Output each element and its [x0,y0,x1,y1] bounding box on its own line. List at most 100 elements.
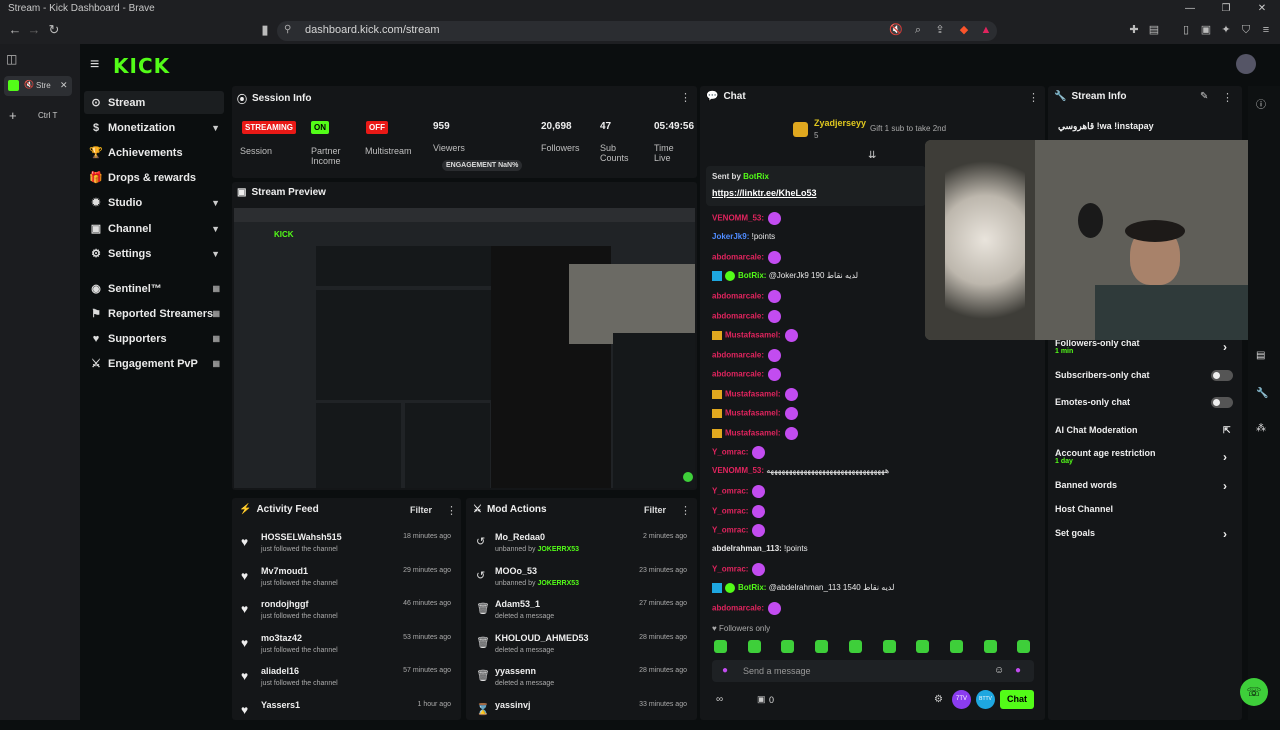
new-tab-icon[interactable]: + [9,108,17,123]
chat-username[interactable]: abdomarcale: [712,292,764,301]
chevron-right-icon[interactable]: › [1223,479,1227,493]
layout-icon[interactable]: ▤ [1256,350,1265,361]
sidebar-item-studio[interactable]: ✹ Studio ▼ [84,191,224,214]
emote-icon[interactable] [983,640,997,653]
mod-target-name[interactable]: yyassenn [495,666,536,676]
tool-icon[interactable]: 🔧 [1256,388,1268,399]
chat-username[interactable]: VENOMM_53: [712,466,764,475]
sidebar-item-reported-streamers[interactable]: ⚑ Reported Streamers ▦ [84,302,224,325]
chat-username[interactable]: VENOMM_53: [712,214,764,223]
chat-username[interactable]: abdomarcale: [712,350,764,359]
chevron-right-icon[interactable]: › [1223,450,1227,464]
chat-username[interactable]: Mustafasamel: [725,409,781,418]
chat-username[interactable]: abdomarcale: [712,370,764,379]
mod-filter-button[interactable]: Filter [644,505,666,515]
chat-username[interactable]: abdomarcale: [712,311,764,320]
tab-mute-icon[interactable]: 🔇 [24,80,34,89]
sidebar-item-sentinel[interactable]: ◉ Sentinel™ ▦ [84,277,224,300]
menu-icon[interactable]: ≡ [1258,22,1274,38]
sidebar-toggle-icon[interactable]: ▯ [1178,22,1194,38]
chat-username[interactable]: Y_omrac: [712,487,748,496]
site-info-icon[interactable]: ⚲ [284,24,291,35]
back-icon[interactable]: ← [6,21,24,39]
follower-name[interactable]: aliadel16 [261,666,299,676]
pinned-username[interactable]: Zyadjerseyy [814,118,866,128]
mute-icon[interactable]: 🔇 [888,22,904,38]
gift-sub-text[interactable]: Gift 1 sub to take 2nd [870,124,946,133]
follower-name[interactable]: rondojhggf [261,599,308,609]
activity-filter-button[interactable]: Filter [410,505,432,515]
reader-icon[interactable]: ▤ [1146,22,1162,38]
activity-more-icon[interactable]: ⋮ [446,504,457,517]
chevron-right-icon[interactable]: › [1223,527,1227,541]
moderator-name[interactable]: JOKERRX53 [537,580,579,587]
brave-rewards-icon[interactable]: ▲ [978,22,994,38]
mic-icon[interactable]: ● [722,665,728,676]
emote-icon[interactable] [916,640,930,653]
chat-username[interactable]: BotRix: [738,271,766,280]
tab-close-icon[interactable]: ✕ [60,80,68,91]
chat-username[interactable]: abdelrahman_113: [712,544,782,553]
setting-item[interactable]: Host Channel [1055,504,1235,514]
mod-target-name[interactable]: KHOLOUD_AHMED53 [495,633,589,643]
zoom-icon[interactable]: ⌕ [910,22,926,38]
mod-more-icon[interactable]: ⋮ [680,504,691,517]
chat-username[interactable]: BotRix: [738,583,766,592]
vpn-icon[interactable]: ⛉ [1238,22,1254,38]
bookmark-icon[interactable]: ▮ [256,21,274,39]
minimize-button[interactable]: — [1172,0,1208,17]
chat-username[interactable]: Y_omrac: [712,526,748,535]
pin-collapse-icon[interactable]: ⇊ [868,150,876,161]
follower-name[interactable]: mo3taz42 [261,633,302,643]
follower-name[interactable]: HOSSELWahsh515 [261,532,342,542]
extensions-icon[interactable]: ✚ [1126,22,1142,38]
kick-logo[interactable]: KICK [113,54,170,78]
emote-icon[interactable] [815,640,829,653]
setting-item[interactable]: Set goals › [1055,527,1235,541]
chevron-right-icon[interactable]: › [1223,340,1227,354]
chat-username[interactable]: Mustafasamel: [725,428,781,437]
edit-icon[interactable]: ✎ [1200,91,1208,102]
gift-icon[interactable]: ▣ [757,694,766,705]
tab-kick-dashboard[interactable]: 🔇 Stre ✕ [4,76,72,96]
chat-username[interactable]: JokerJk9: [712,232,749,241]
chat-username[interactable]: Mustafasamel: [725,389,781,398]
sidebar-item-monetization[interactable]: $ Monetization ▼ [84,116,224,139]
mod-target-name[interactable]: Mo_Redaa0 [495,532,545,542]
support-button[interactable]: ☏ [1240,678,1268,706]
emote-icon[interactable] [949,640,963,653]
chat-username[interactable]: abdomarcale: [712,604,764,613]
sidebar-item-drops-rewards[interactable]: 🎁 Drops & rewards [84,166,224,189]
chat-username[interactable]: Y_omrac: [712,565,748,574]
emoji-icon[interactable]: ☺ [994,665,1004,676]
send-chat-button[interactable]: Chat [1000,690,1034,709]
sidebar-item-settings[interactable]: ⚙ Settings ▼ [84,242,224,265]
toggle-switch[interactable] [1211,370,1233,381]
setting-item[interactable]: Followers-only chat 1 min › [1055,338,1235,355]
toggle-switch[interactable] [1211,397,1233,408]
emote-icon[interactable] [747,640,761,653]
setting-item[interactable]: Emotes-only chat [1055,397,1235,408]
mod-target-name[interactable]: Adam53_1 [495,599,540,609]
avatar[interactable] [1236,54,1256,74]
brave-shields-icon[interactable]: ◆ [956,22,972,38]
url-text[interactable]: dashboard.kick.com/stream [305,24,440,36]
chat-username[interactable]: Y_omrac: [712,506,748,515]
forward-icon[interactable]: → [25,21,43,39]
stream-preview-video[interactable]: KICK [234,208,695,488]
emote-icon[interactable] [781,640,795,653]
sidebar-item-supporters[interactable]: ♥ Supporters ▦ [84,327,224,350]
chat-settings-icon[interactable]: ⚙ [934,694,943,705]
sidebar-item-stream[interactable]: ⊙ Stream [84,91,224,114]
sidebar-item-channel[interactable]: ▣ Channel ▼ [84,217,224,240]
chat-more-icon[interactable]: ⋮ [1028,91,1039,104]
bttv-button[interactable]: BTTV [976,690,995,709]
maximize-button[interactable]: ❐ [1208,0,1244,17]
setting-item[interactable]: AI Chat Moderation ⇱ [1055,425,1235,435]
follower-name[interactable]: Yassers1 [261,700,300,710]
close-window-button[interactable]: ✕ [1244,0,1280,17]
session-more-icon[interactable]: ⋮ [680,91,691,104]
chat-username[interactable]: abdomarcale: [712,253,764,262]
pinned-link[interactable]: https://linktr.ee/KheLo53 [712,188,817,198]
chat-username[interactable]: Mustafasamel: [725,331,781,340]
